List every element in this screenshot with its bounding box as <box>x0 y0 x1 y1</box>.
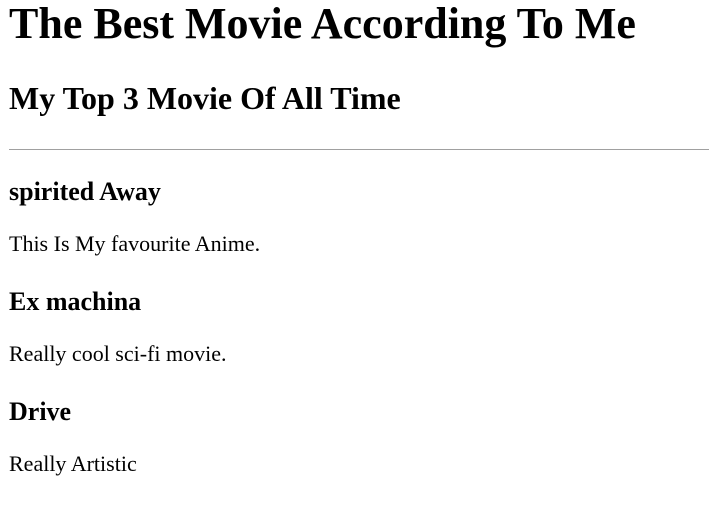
movie-description: Really Artistic <box>9 451 137 476</box>
movie-title: spirited Away <box>9 177 161 206</box>
movie-item-spirited-away: spirited Away This Is My favourite Anime… <box>9 177 709 257</box>
page-title: The Best Movie According To Me <box>9 0 636 48</box>
movie-item-drive: Drive Really Artistic <box>9 397 709 477</box>
page-body: The Best Movie According To Me My Top 3 … <box>0 0 709 477</box>
movie-title: Drive <box>9 397 72 426</box>
movie-description: This Is My favourite Anime. <box>9 231 261 256</box>
page-subtitle: My Top 3 Movie Of All Time <box>9 80 401 116</box>
movie-title: Ex machina <box>9 287 142 316</box>
movie-item-ex-machina: Ex machina Really cool sci-fi movie. <box>9 287 709 367</box>
divider <box>9 149 709 150</box>
movie-description: Really cool sci-fi movie. <box>9 341 227 366</box>
